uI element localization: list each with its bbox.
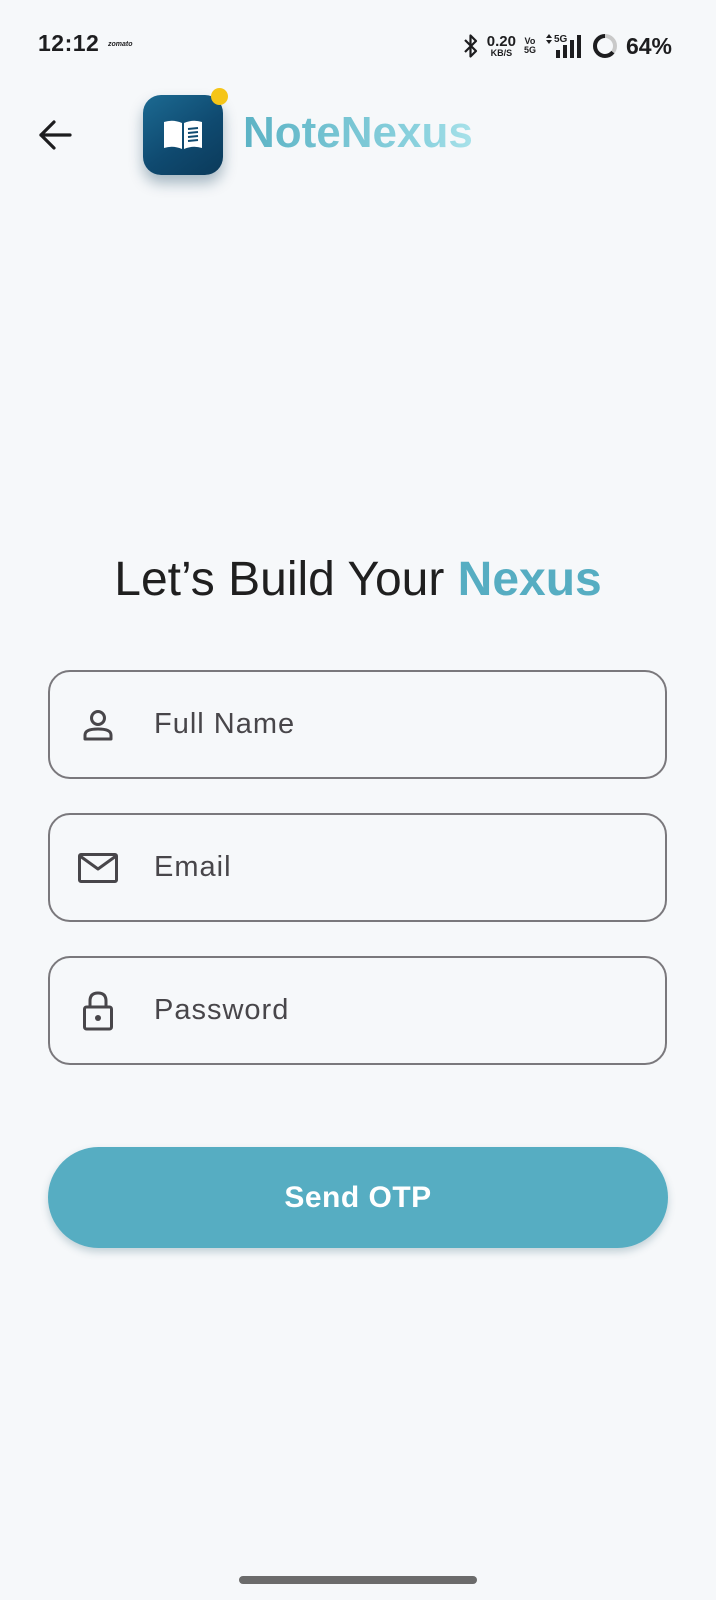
bluetooth-icon bbox=[463, 33, 479, 59]
app-logo bbox=[143, 95, 223, 175]
mail-icon bbox=[50, 851, 146, 885]
network-speed-unit: KB/S bbox=[490, 48, 513, 58]
volte-bottom: 5G bbox=[523, 45, 536, 55]
email-field[interactable] bbox=[48, 813, 667, 922]
password-field[interactable] bbox=[48, 956, 667, 1065]
battery-ring-icon bbox=[592, 33, 618, 59]
network-type-label: 5G bbox=[554, 34, 568, 45]
notification-zomato-icon: zomato bbox=[108, 41, 133, 48]
full-name-field[interactable] bbox=[48, 670, 667, 779]
status-icons: 0.20 KB/S Vo 5G 5G 64% bbox=[463, 30, 672, 62]
signal-5g-icon: 5G bbox=[544, 32, 584, 60]
full-name-input[interactable] bbox=[146, 708, 665, 741]
lock-icon bbox=[50, 990, 146, 1032]
person-icon bbox=[50, 708, 146, 742]
page-headline: Let’s Build Your Nexus bbox=[0, 552, 716, 607]
send-otp-button[interactable]: Send OTP bbox=[48, 1147, 668, 1248]
network-speed: 0.20 KB/S bbox=[487, 34, 516, 58]
battery-percentage: 64% bbox=[625, 32, 672, 59]
open-book-icon bbox=[164, 120, 202, 149]
status-time: 12:12 bbox=[38, 30, 100, 56]
status-bar: 12:12 zomato 0.20 KB/S Vo 5G 5G 64% bbox=[0, 0, 716, 92]
arrow-left-icon bbox=[39, 120, 72, 150]
home-indicator[interactable] bbox=[239, 1576, 477, 1584]
volte-indicator: Vo 5G bbox=[523, 36, 536, 56]
headline-text: Let’s Build Your bbox=[114, 553, 458, 606]
logo-badge-dot bbox=[211, 88, 228, 105]
headline-accent: Nexus bbox=[457, 553, 602, 606]
password-input[interactable] bbox=[146, 994, 665, 1027]
app-name: NoteNexus bbox=[243, 108, 473, 157]
back-button[interactable] bbox=[30, 110, 80, 160]
network-speed-value: 0.20 bbox=[486, 33, 516, 50]
email-input[interactable] bbox=[146, 851, 665, 884]
